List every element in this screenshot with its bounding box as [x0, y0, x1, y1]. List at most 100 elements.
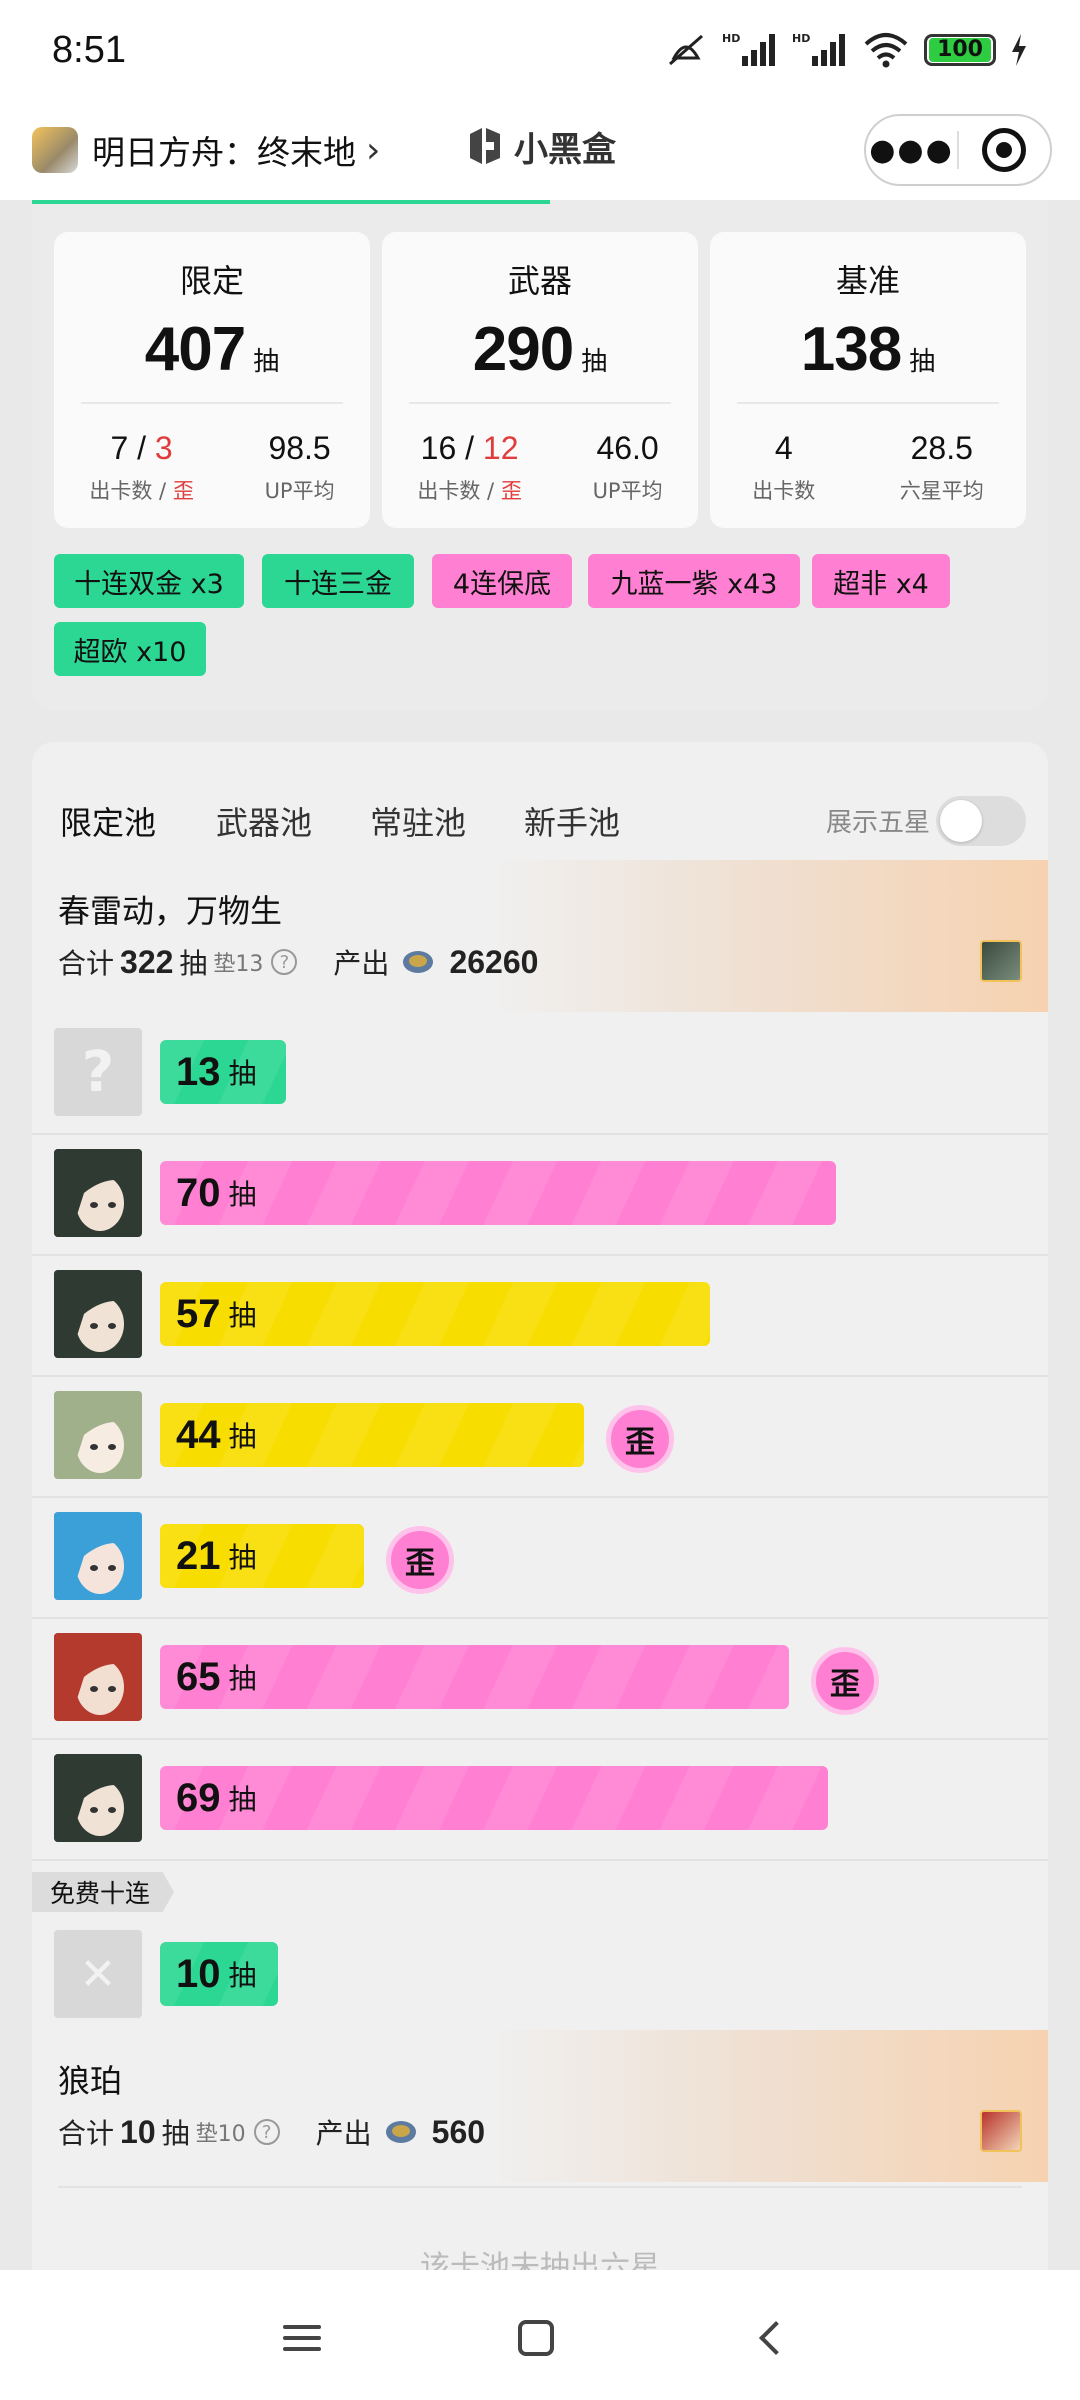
charging-icon	[1012, 34, 1026, 66]
progress-line	[32, 200, 550, 204]
app-title[interactable]: 明日方舟：终末地	[92, 126, 356, 174]
pull-count: 44	[176, 1412, 221, 1457]
stat-card-limited: 限定 407 抽 7 / 3 出卡数 / 歪 98.5 UP平均	[54, 232, 370, 528]
stat-unit: 抽	[909, 347, 936, 377]
tag-badge: 超非 x4	[812, 554, 950, 608]
output-label: 产出	[333, 947, 390, 980]
stat-title: 基准	[835, 262, 900, 300]
pull-bar: 44 抽	[160, 1403, 584, 1467]
tag-badge: 4连保底	[432, 554, 572, 608]
wifi-icon	[864, 33, 908, 68]
count-label: 出卡数 /	[89, 479, 173, 503]
pull-unit: 抽	[228, 1959, 257, 1992]
no-six-star-hint: 该卡池未抽出六星	[420, 2250, 660, 2272]
total-unit: 抽	[161, 2117, 190, 2150]
pool-stats: 合计 10 抽垫10? 产出 560	[58, 2112, 491, 2152]
pull-bar: 57 抽	[160, 1282, 710, 1346]
show-five-star-label: 展示五星	[825, 808, 930, 838]
pool-name: 狼珀	[58, 2062, 123, 2100]
stat-total: 290	[472, 315, 574, 384]
pull-row[interactable]: 57 抽	[32, 1256, 1048, 1377]
free-ten-badge: 免费十连	[32, 1872, 175, 1912]
status-bar: 8:51 HD HD 100	[0, 0, 1080, 100]
pull-bar: 69 抽	[160, 1766, 828, 1830]
pull-bar: 13 抽	[160, 1040, 286, 1104]
pull-count: 21	[176, 1533, 221, 1578]
total-value: 10	[120, 2113, 156, 2150]
pull-unit: 抽	[228, 1299, 257, 1332]
pull-row[interactable]: 44 抽歪	[32, 1377, 1048, 1498]
stat-cell-count: 7 / 3 出卡数 / 歪	[89, 430, 193, 505]
stat-card-standard: 基准 138 抽 4 出卡数 28.5 六星平均	[710, 232, 1026, 528]
count-value: 7	[110, 430, 129, 466]
pull-row[interactable]: 21 抽歪	[32, 1498, 1048, 1619]
pools-panel: 限定池 武器池 常驻池 新手池 展示五星 春雷动，万物生 合计 322 抽 垫1…	[32, 742, 1048, 2272]
tag-badge: 九蓝一紫 x43	[588, 554, 800, 608]
featured-operator-avatar	[980, 940, 1022, 982]
output-value: 560	[431, 2113, 486, 2150]
operator-avatar	[54, 1149, 142, 1237]
avg-value: 98.5	[268, 430, 331, 466]
total-label: 合计	[58, 947, 115, 980]
pull-row[interactable]: 69 抽	[32, 1740, 1048, 1861]
avg-value: 28.5	[910, 430, 973, 466]
off-banner-badge: 歪	[811, 1647, 879, 1715]
signal-hd-1-icon: HD	[722, 32, 776, 66]
status-time: 8:51	[52, 28, 126, 71]
tab-weapon-pool[interactable]: 武器池	[216, 798, 312, 844]
home-button[interactable]	[506, 2308, 566, 2368]
orundum-icon	[385, 2121, 416, 2143]
menu-icon	[283, 2318, 321, 2358]
stat-title: 限定	[179, 262, 244, 300]
operator-avatar	[54, 1270, 142, 1358]
pull-bar: 70 抽	[160, 1161, 836, 1225]
tab-beginner-pool[interactable]: 新手池	[524, 798, 620, 844]
count-value: 4	[774, 430, 793, 466]
avg-label: 六星平均	[899, 479, 984, 503]
avg-label: UP平均	[592, 479, 663, 503]
app-icon[interactable]	[32, 127, 78, 173]
pull-row[interactable]: 70 抽	[32, 1135, 1048, 1256]
stat-unit: 抽	[581, 347, 608, 377]
back-button[interactable]	[740, 2308, 800, 2368]
stat-cell-count: 16 / 12 出卡数 / 歪	[417, 430, 521, 505]
tab-standard-pool[interactable]: 常驻池	[370, 798, 466, 844]
tab-limited-pool[interactable]: 限定池	[60, 798, 156, 844]
close-miniprogram-button[interactable]	[959, 128, 1050, 172]
stat-total: 407	[144, 315, 246, 384]
toggle-knob	[940, 800, 982, 842]
pull-count: 10	[176, 1951, 221, 1996]
xiaoheihe-logo-icon	[470, 127, 500, 164]
pull-unit: 抽	[228, 1541, 257, 1574]
stat-card-weapon: 武器 290 抽 16 / 12 出卡数 / 歪 46.0 UP平均	[382, 232, 698, 528]
pad-count: 垫13	[213, 952, 264, 977]
menu-button[interactable]	[272, 2308, 332, 2368]
chevron-right-icon[interactable]: ›	[366, 130, 380, 171]
help-icon[interactable]: ?	[271, 949, 298, 975]
tag-badge: 十连双金 x3	[54, 554, 244, 608]
more-icon[interactable]: ●●●	[866, 133, 957, 168]
pull-bar: 21 抽	[160, 1524, 364, 1588]
stat-cell-avg: 46.0 UP平均	[593, 430, 663, 505]
svg-text:HD: HD	[722, 32, 740, 45]
battery-icon: 100	[924, 34, 996, 66]
operator-avatar	[54, 1633, 142, 1721]
pool-banner[interactable]: 春雷动，万物生 合计 322 抽 垫13 ? 产出 26260	[32, 860, 1048, 1012]
mute-vibrate-icon	[669, 34, 704, 66]
help-icon[interactable]: ?	[253, 2119, 280, 2145]
miniprogram-header: 明日方舟：终末地 › 小黑盒 ●●●	[0, 100, 1080, 200]
back-icon	[759, 2321, 793, 2355]
pull-row-free[interactable]: ✕ 10 抽	[32, 1916, 1048, 2037]
pull-row[interactable]: ? 13 抽	[32, 1014, 1048, 1135]
pull-unit: 抽	[228, 1783, 257, 1816]
pool-banner[interactable]: 狼珀合计 10 抽垫10? 产出 560	[32, 2030, 1048, 2182]
count-sep: /	[128, 430, 155, 466]
pull-row[interactable]: 65 抽歪	[32, 1619, 1048, 1740]
stat-cell-avg: 28.5 六星平均	[900, 430, 984, 505]
stat-unit: 抽	[253, 347, 280, 377]
avg-label: UP平均	[264, 479, 335, 503]
status-icons: HD HD 100	[664, 30, 1028, 70]
show-five-star-toggle[interactable]	[936, 796, 1026, 846]
orundum-icon	[403, 951, 434, 973]
home-icon	[518, 2320, 554, 2356]
